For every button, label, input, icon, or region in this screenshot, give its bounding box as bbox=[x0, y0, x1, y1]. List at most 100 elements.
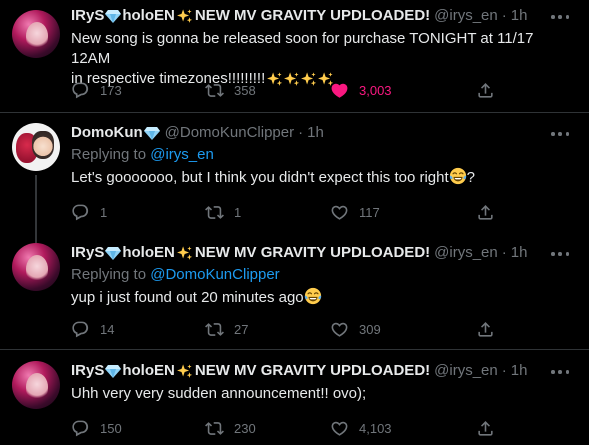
share-button[interactable] bbox=[476, 418, 495, 438]
replying-prefix: Replying to bbox=[71, 146, 151, 163]
reply-icon bbox=[71, 419, 90, 438]
like-button[interactable]: 117 bbox=[330, 202, 380, 222]
more-icon[interactable] bbox=[551, 9, 569, 25]
display-name-text: IRyS bbox=[71, 362, 105, 379]
tweet-text-end: ? bbox=[466, 169, 475, 186]
tweet-text-line: New song is gonna be released soon for p… bbox=[71, 30, 534, 67]
retweet-count: 358 bbox=[234, 82, 256, 98]
retweet-icon bbox=[205, 81, 224, 100]
joy-emoji-icon bbox=[449, 167, 467, 185]
retweet-button[interactable]: 358 bbox=[205, 80, 256, 100]
tweet-divider bbox=[0, 112, 589, 113]
more-icon[interactable] bbox=[551, 246, 569, 262]
tweet-text-content: Let's gooooooo, but I think you didn't e… bbox=[71, 169, 449, 186]
retweet-icon bbox=[205, 203, 224, 222]
display-name-text: IRyS bbox=[71, 244, 105, 261]
share-button[interactable] bbox=[476, 319, 495, 339]
share-icon bbox=[476, 419, 495, 438]
tweet-actions: 173 358 3,003 bbox=[71, 80, 511, 100]
replying-prefix: Replying to bbox=[71, 266, 151, 283]
replying-to: Replying to @DomoKunClipper bbox=[71, 265, 575, 285]
separator-dot: · bbox=[501, 362, 507, 379]
display-name-tail: NEW MV GRAVITY UPDLOADED! bbox=[194, 362, 431, 379]
reply-count: 150 bbox=[100, 420, 122, 436]
separator-dot: · bbox=[298, 124, 304, 141]
tweet-actions: 150 230 4,103 bbox=[71, 418, 511, 438]
display-name[interactable]: IRyS holoEN NEW MV GRAVITY UPDLOADED! bbox=[71, 243, 430, 263]
display-name[interactable]: IRyS holoEN NEW MV GRAVITY UPDLOADED! bbox=[71, 6, 430, 26]
like-icon bbox=[330, 203, 349, 222]
timestamp[interactable]: 1h bbox=[511, 243, 528, 263]
tweet-divider bbox=[0, 349, 589, 350]
reply-count: 173 bbox=[100, 82, 122, 98]
timestamp[interactable]: 1h bbox=[511, 6, 528, 26]
like-count: 4,103 bbox=[359, 420, 392, 436]
like-count: 3,003 bbox=[359, 82, 392, 98]
like-button[interactable]: 309 bbox=[330, 319, 381, 339]
sparkles-icon bbox=[176, 8, 193, 25]
tweet-text: Let's gooooooo, but I think you didn't e… bbox=[71, 167, 575, 188]
user-handle[interactable]: @irys_en bbox=[434, 6, 498, 26]
share-icon bbox=[476, 203, 495, 222]
timestamp[interactable]: 1h bbox=[307, 123, 324, 143]
sparkles-icon bbox=[176, 245, 193, 262]
reply-button[interactable]: 150 bbox=[71, 418, 122, 438]
more-icon[interactable] bbox=[551, 126, 569, 142]
retweet-button[interactable]: 27 bbox=[205, 319, 248, 339]
reply-icon bbox=[71, 320, 90, 339]
share-button[interactable] bbox=[476, 80, 495, 100]
joy-emoji-icon bbox=[304, 287, 322, 305]
tweet-header: IRyS holoEN NEW MV GRAVITY UPDLOADED! @i… bbox=[71, 6, 575, 26]
irys-avatar[interactable] bbox=[12, 243, 60, 291]
reply-count: 14 bbox=[100, 321, 115, 337]
like-count: 117 bbox=[359, 204, 380, 220]
retweet-button[interactable]: 230 bbox=[205, 418, 256, 438]
separator-dot: · bbox=[501, 7, 507, 24]
tweet-header: IRyS holoEN NEW MV GRAVITY UPDLOADED! @i… bbox=[71, 361, 575, 381]
display-name[interactable]: DomoKun bbox=[71, 123, 161, 143]
like-count: 309 bbox=[359, 321, 381, 337]
retweet-count: 230 bbox=[234, 420, 256, 436]
display-name-tail: NEW MV GRAVITY UPDLOADED! bbox=[194, 244, 431, 261]
reply-count: 1 bbox=[100, 204, 108, 220]
reply-button[interactable]: 173 bbox=[71, 80, 122, 100]
share-button[interactable] bbox=[476, 202, 495, 222]
irys-avatar[interactable] bbox=[12, 361, 60, 409]
display-name-suffix: holoEN bbox=[122, 7, 175, 24]
like-icon bbox=[330, 81, 349, 100]
replying-to-mention[interactable]: @irys_en bbox=[150, 146, 214, 163]
like-icon bbox=[330, 320, 349, 339]
sparkles-icon bbox=[176, 363, 193, 380]
timestamp[interactable]: 1h bbox=[511, 361, 528, 381]
display-name-suffix: holoEN bbox=[122, 244, 175, 261]
gem-badge-icon bbox=[105, 364, 121, 378]
tweet-text-content: Uhh very very sudden announcement!! ovo)… bbox=[71, 385, 367, 402]
replying-to-mention[interactable]: @DomoKunClipper bbox=[150, 266, 279, 283]
replying-to: Replying to @irys_en bbox=[71, 145, 575, 165]
retweet-count: 1 bbox=[234, 204, 242, 220]
retweet-icon bbox=[205, 419, 224, 438]
tweet-text: yup i just found out 20 minutes ago bbox=[71, 287, 575, 308]
like-icon bbox=[330, 419, 349, 438]
reply-button[interactable]: 1 bbox=[71, 202, 107, 222]
reply-button[interactable]: 14 bbox=[71, 319, 114, 339]
tweet-text-content: yup i just found out 20 minutes ago bbox=[71, 289, 304, 306]
display-name[interactable]: IRyS holoEN NEW MV GRAVITY UPDLOADED! bbox=[71, 361, 430, 381]
gem-badge-icon bbox=[144, 126, 160, 140]
separator-dot: · bbox=[501, 244, 507, 261]
like-button[interactable]: 3,003 bbox=[330, 80, 392, 100]
user-handle[interactable]: @DomoKunClipper bbox=[165, 123, 294, 143]
retweet-count: 27 bbox=[234, 321, 249, 337]
share-icon bbox=[476, 320, 495, 339]
retweet-button[interactable]: 1 bbox=[205, 202, 241, 222]
user-handle[interactable]: @irys_en bbox=[434, 361, 498, 381]
like-button[interactable]: 4,103 bbox=[330, 418, 392, 438]
user-handle[interactable]: @irys_en bbox=[434, 243, 498, 263]
display-name-text: DomoKun bbox=[71, 124, 143, 141]
tweet-actions: 1 1 117 bbox=[71, 202, 511, 222]
domokun-avatar[interactable] bbox=[12, 123, 60, 171]
display-name-text: IRyS bbox=[71, 7, 105, 24]
retweet-icon bbox=[205, 320, 224, 339]
more-icon[interactable] bbox=[551, 364, 569, 380]
irys-avatar[interactable] bbox=[12, 10, 60, 58]
